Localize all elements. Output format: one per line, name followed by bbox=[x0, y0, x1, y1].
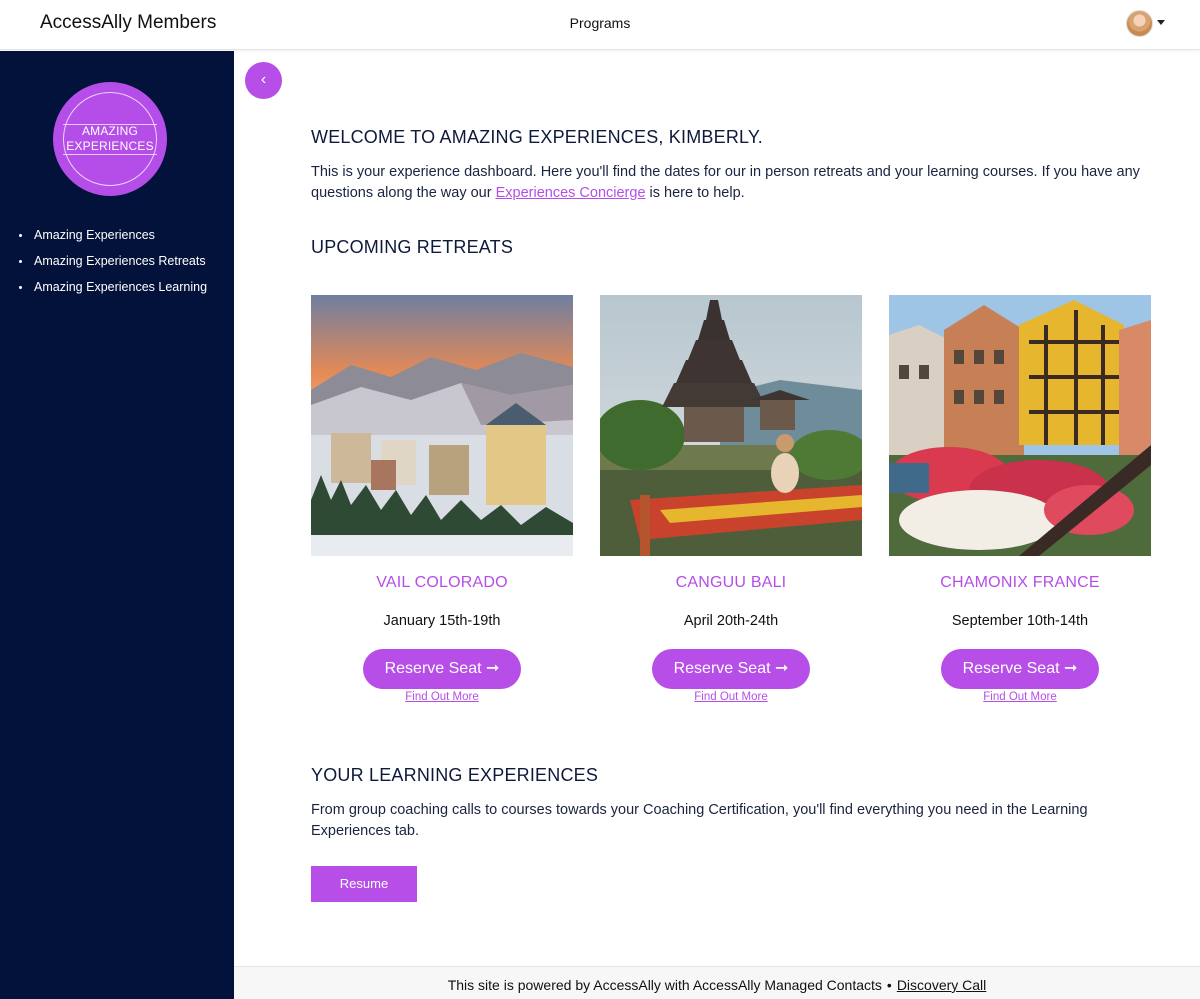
discovery-call-link[interactable]: Discovery Call bbox=[897, 977, 986, 993]
retreat-photo-chamonix[interactable] bbox=[889, 295, 1151, 556]
avatar[interactable] bbox=[1126, 10, 1153, 37]
logo-text-line: EXPERIENCES bbox=[66, 139, 154, 153]
retreat-photo-bali[interactable] bbox=[600, 295, 862, 556]
retreat-card: CHAMONIX FRANCE September 10th-14th Rese… bbox=[889, 295, 1151, 703]
retreat-date: September 10th-14th bbox=[951, 613, 1089, 629]
find-out-more-link[interactable]: Find Out More bbox=[889, 691, 1151, 703]
experiences-concierge-link[interactable]: Experiences Concierge bbox=[496, 185, 646, 201]
retreat-date: January 15th-19th bbox=[383, 613, 501, 629]
footer-separator: • bbox=[886, 977, 892, 993]
find-out-more-link[interactable]: Find Out More bbox=[311, 691, 573, 703]
retreat-title: CHAMONIX FRANCE bbox=[940, 574, 1100, 591]
logo-text-line: AMAZING bbox=[81, 124, 139, 138]
retreat-card: VAIL COLORADO January 15th-19th Reserve … bbox=[311, 295, 573, 703]
retreat-card: CANGUU BALI April 20th-24th Reserve Seat… bbox=[600, 295, 862, 703]
footer-text: This site is powered by AccessAlly with … bbox=[447, 977, 882, 993]
sidebar-item-amazing-experiences[interactable]: Amazing Experiences bbox=[18, 227, 207, 253]
retreat-photo-vail[interactable] bbox=[311, 295, 573, 556]
resume-button[interactable]: Resume bbox=[311, 866, 417, 902]
retreat-date: April 20th-24th bbox=[683, 613, 779, 629]
learning-heading: YOUR LEARNING EXPERIENCES bbox=[311, 765, 599, 785]
reserve-seat-button[interactable]: Reserve Seat ➞ bbox=[363, 649, 521, 689]
logo-divider bbox=[63, 154, 157, 155]
nav-programs[interactable]: Programs bbox=[0, 15, 1200, 31]
retreat-title: VAIL COLORADO bbox=[376, 574, 508, 591]
logo[interactable]: AMAZING EXPERIENCES bbox=[53, 82, 167, 196]
logo-text: AMAZING EXPERIENCES bbox=[53, 124, 167, 154]
back-button[interactable]: ‹ bbox=[245, 62, 282, 99]
top-bar: AccessAlly Members Programs bbox=[0, 0, 1200, 50]
welcome-heading: WELCOME TO AMAZING EXPERIENCES, KIMBERLY… bbox=[311, 127, 763, 147]
reserve-seat-button[interactable]: Reserve Seat ➞ bbox=[652, 649, 810, 689]
learning-text: From group coaching calls to courses tow… bbox=[311, 802, 1088, 839]
sidebar-item-learning[interactable]: Amazing Experiences Learning bbox=[18, 279, 207, 305]
retreats-heading: UPCOMING RETREATS bbox=[311, 237, 514, 257]
find-out-more-link[interactable]: Find Out More bbox=[600, 691, 862, 703]
caret-down-icon[interactable] bbox=[1157, 20, 1165, 25]
welcome-text: This is your experience dashboard. Here … bbox=[311, 162, 1151, 204]
chevron-left-icon: ‹ bbox=[260, 71, 267, 88]
footer: This site is powered by AccessAlly with … bbox=[234, 966, 1200, 999]
welcome-text-end: is here to help. bbox=[645, 185, 745, 201]
retreat-title: CANGUU BALI bbox=[675, 574, 787, 591]
sidebar-item-retreats[interactable]: Amazing Experiences Retreats bbox=[18, 253, 207, 279]
reserve-seat-button[interactable]: Reserve Seat ➞ bbox=[941, 649, 1099, 689]
sidebar: AMAZING EXPERIENCES Amazing Experiences … bbox=[0, 51, 234, 999]
user-menu[interactable] bbox=[1126, 10, 1166, 38]
sidebar-nav: Amazing Experiences Amazing Experiences … bbox=[18, 227, 207, 305]
